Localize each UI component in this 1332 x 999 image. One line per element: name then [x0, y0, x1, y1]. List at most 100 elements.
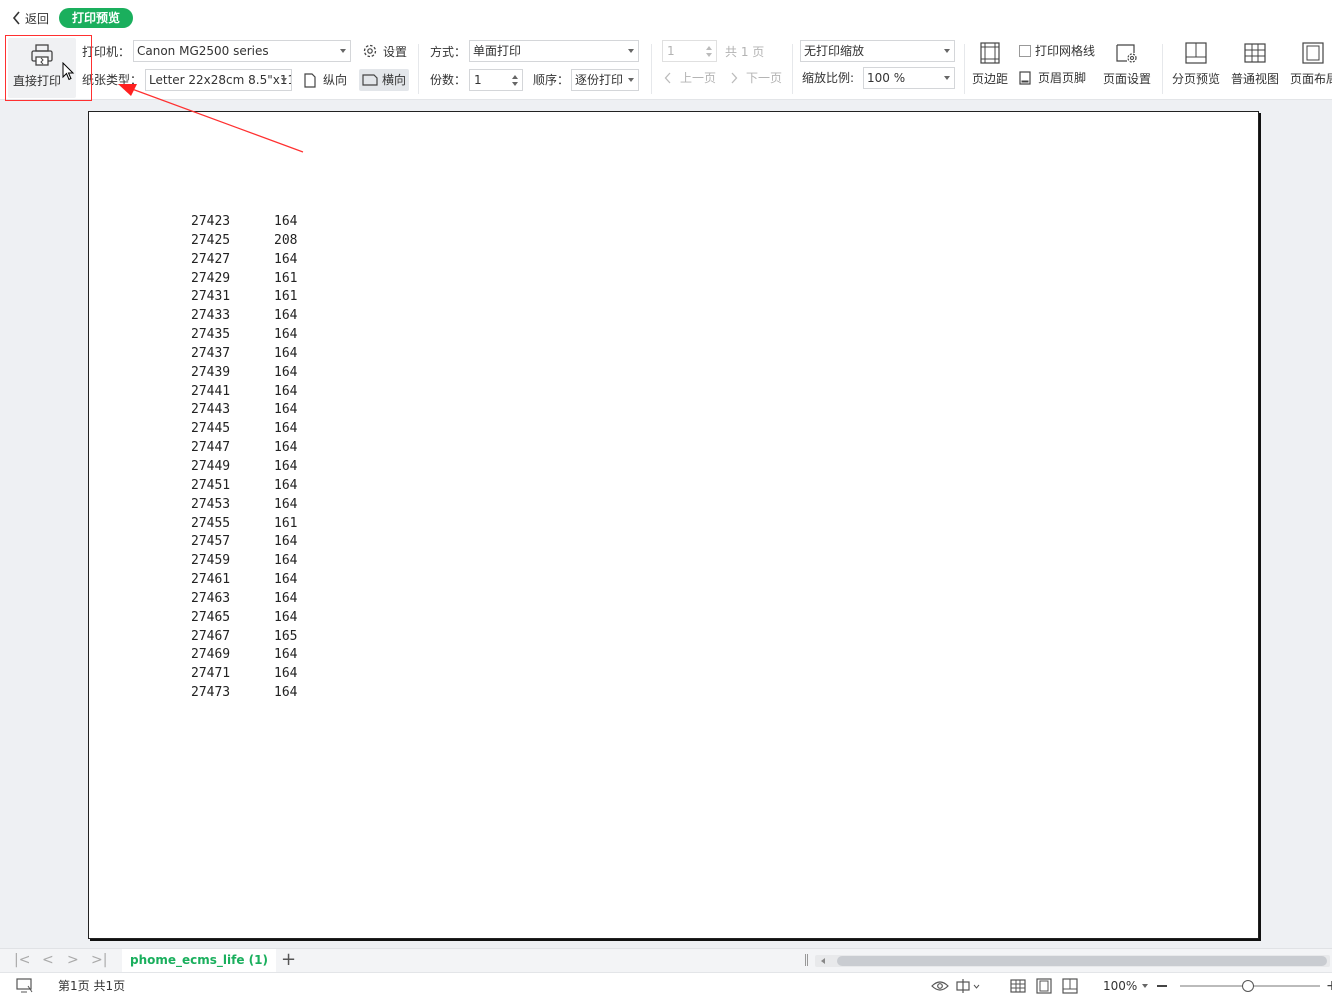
cell-id: 27461 — [191, 572, 231, 588]
cell-value: 164 — [274, 440, 298, 456]
cell-value: 164 — [274, 458, 298, 474]
order-select[interactable]: 逐份打印 — [571, 69, 639, 91]
cell-id: 27425 — [191, 232, 231, 248]
sheet-tab[interactable]: phome_ecms_life (1) — [122, 949, 276, 972]
decrement-arrow-icon[interactable] — [512, 82, 518, 86]
table-row: 27471 164 — [191, 665, 311, 684]
table-row: 27453 164 — [191, 496, 311, 515]
order-label: 顺序： — [533, 73, 570, 87]
grid-view-icon — [1244, 43, 1266, 63]
toolbar-divider — [792, 44, 793, 94]
zoom-in-icon[interactable]: + — [1326, 979, 1332, 993]
zoom-ratio-label: 缩放比例: — [802, 71, 855, 85]
copies-stepper[interactable]: 1 — [469, 69, 523, 91]
cell-value: 164 — [274, 383, 298, 399]
table-row: 27461 164 — [191, 571, 311, 590]
scale-mode-select[interactable]: 无打印缩放 — [800, 40, 955, 62]
increment-arrow-icon[interactable] — [512, 75, 518, 79]
decrement-arrow-icon[interactable] — [706, 53, 712, 57]
zoom-select[interactable]: 100% — [1103, 978, 1149, 994]
zoom-slider[interactable] — [1180, 980, 1320, 992]
next-sheet-icon[interactable]: > — [67, 953, 79, 967]
screen-icon[interactable] — [16, 978, 34, 994]
total-pages-label: 共 1 页 — [725, 45, 765, 59]
table-row: 27455 161 — [191, 515, 311, 534]
table-row: 27449 164 — [191, 458, 311, 477]
paper-select[interactable]: Letter 22x28cm 8.5"x11" — [145, 69, 292, 91]
back-button[interactable]: 返回 — [12, 9, 49, 27]
cell-id: 27433 — [191, 308, 231, 324]
cell-value: 161 — [274, 515, 298, 531]
last-sheet-icon[interactable]: >| — [91, 953, 107, 967]
page-break-preview-button[interactable]: 分页预览 — [1170, 42, 1222, 87]
landscape-page-icon — [362, 74, 378, 86]
direct-print-button[interactable]: 直接打印 — [8, 38, 76, 98]
printer-select[interactable]: Canon MG2500 series — [133, 40, 351, 62]
input-method-icon[interactable] — [956, 978, 980, 994]
margins-button[interactable]: 页边距 — [970, 42, 1010, 87]
cell-value: 164 — [274, 251, 298, 267]
next-page-label: 下一页 — [746, 71, 783, 85]
table-row: 27457 164 — [191, 533, 311, 552]
cell-id: 27441 — [191, 383, 231, 399]
header-footer-button[interactable]: 页眉页脚 — [1019, 70, 1086, 86]
dropdown-arrow-icon — [628, 49, 634, 53]
zoom-slider-thumb[interactable] — [1242, 980, 1254, 992]
zoom-ratio-select[interactable]: 100 % — [863, 67, 955, 89]
cell-value: 165 — [274, 628, 298, 644]
page-layout-status-icon[interactable] — [1036, 978, 1052, 994]
dropdown-arrow-icon — [628, 78, 634, 82]
first-sheet-icon[interactable]: |< — [14, 953, 30, 967]
cell-value: 164 — [274, 421, 298, 437]
printer-icon — [31, 44, 53, 66]
add-sheet-button[interactable]: + — [281, 950, 296, 970]
table-row: 27447 164 — [191, 439, 311, 458]
cell-id: 27467 — [191, 628, 231, 644]
margins-label: 页边距 — [971, 72, 1008, 86]
landscape-button[interactable]: 横向 — [359, 69, 410, 91]
method-select[interactable]: 单面打印 — [469, 40, 639, 62]
cell-value: 164 — [274, 402, 298, 418]
next-page-button[interactable]: 下一页 — [730, 70, 782, 86]
table-row: 27465 164 — [191, 609, 311, 628]
cell-id: 27439 — [191, 364, 231, 380]
sheet-tab-label: phome_ecms_life (1) — [130, 953, 268, 967]
zoom-out-icon[interactable] — [1157, 985, 1167, 987]
printer-settings-button[interactable]: 设置 — [362, 42, 407, 60]
cell-id: 27471 — [191, 666, 231, 682]
margins-icon — [980, 42, 1000, 64]
page-break-status-icon[interactable] — [1062, 978, 1078, 994]
table-row: 27463 164 — [191, 590, 311, 609]
scroll-left-icon[interactable] — [821, 958, 825, 964]
eye-icon[interactable] — [931, 980, 949, 992]
normal-view-status-icon[interactable] — [1010, 978, 1026, 994]
increment-arrow-icon[interactable] — [706, 46, 712, 50]
preview-page: 27423 164 27425 208 27427 164 27429 161 27431 161… — [88, 111, 1259, 939]
toolbar-divider — [964, 44, 965, 94]
table-row: 27467 165 — [191, 628, 311, 647]
sheet-tab-bar: |< < > >| phome_ecms_life (1) + — [0, 948, 1332, 972]
page-setup-button[interactable]: 页面设置 — [1101, 42, 1153, 87]
header-footer-icon — [1019, 71, 1031, 85]
paper-value: Letter 22x28cm 8.5"x11" — [149, 73, 292, 87]
toolbar-divider — [1162, 44, 1163, 94]
split-handle[interactable] — [805, 954, 808, 966]
table-row: 27427 164 — [191, 251, 311, 270]
table-row: 27445 164 — [191, 420, 311, 439]
cell-id: 27451 — [191, 477, 231, 493]
prev-page-button[interactable]: 上一页 — [664, 70, 716, 86]
scale-mode-value: 无打印缩放 — [804, 44, 865, 58]
page-number-stepper[interactable]: 1 — [662, 40, 717, 62]
table-row: 27473 164 — [191, 684, 311, 703]
scrollbar-thumb[interactable] — [837, 956, 1327, 966]
normal-view-button[interactable]: 普通视图 — [1229, 42, 1281, 87]
print-gridlines-checkbox[interactable]: 打印网格线 — [1019, 43, 1095, 59]
cell-value: 161 — [274, 289, 298, 305]
cell-value: 161 — [274, 270, 298, 286]
cell-id: 27431 — [191, 289, 231, 305]
cell-id: 27445 — [191, 421, 231, 437]
prev-sheet-icon[interactable]: < — [42, 953, 54, 967]
portrait-button[interactable]: 纵向 — [301, 69, 350, 91]
horizontal-scrollbar[interactable] — [815, 955, 1330, 967]
page-layout-button[interactable]: 页面布局 — [1288, 42, 1332, 87]
